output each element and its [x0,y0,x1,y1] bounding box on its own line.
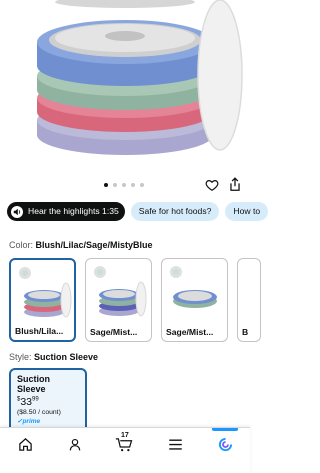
pagination-dot[interactable] [140,183,144,187]
quick-pills: Hear the highlights 1:35 Safe for hot fo… [7,202,269,221]
image-pagination[interactable] [104,183,144,187]
bottom-navigation: 17 [0,427,250,473]
style-option-price: $3399 [17,396,79,408]
nav-assistant[interactable] [212,428,238,454]
product-image[interactable] [0,0,250,178]
color-option-label: Blush/Lila... [15,326,64,336]
style-key: Style: [9,352,32,362]
nav-account[interactable] [65,434,85,454]
price-whole: 33 [20,396,33,408]
color-option-label: Sage/Mist... [166,327,214,337]
unit-price: ($8.50 / count) [17,409,61,416]
pagination-dot[interactable] [104,183,108,187]
nav-cart[interactable]: 17 [114,432,134,454]
pagination-dot[interactable] [122,183,126,187]
pagination-dot[interactable] [113,183,117,187]
hear-highlights-button[interactable]: Hear the highlights 1:35 [7,202,125,221]
prime-badge: ✓prime [17,417,79,425]
account-icon [69,438,81,450]
price-fraction: 99 [32,396,39,403]
menu-icon [168,438,182,450]
color-option[interactable]: Sage/Mist... [161,258,228,342]
style-value: Suction Sleeve [34,352,99,362]
pagination-dot[interactable] [131,183,135,187]
assistant-icon [218,437,232,451]
color-label-row: Color: Blush/Lilac/Sage/MistyBlue [9,240,153,250]
question-pill[interactable]: Safe for hot foods? [130,202,220,221]
color-value: Blush/Lilac/Sage/MistyBlue [35,240,153,250]
home-icon [18,437,32,451]
prime-label: prime [22,418,41,425]
nav-home[interactable] [15,434,35,454]
swatch-image [94,266,147,317]
nav-menu[interactable] [165,434,185,454]
color-swatches: Blush/Lila... Sage/Mist... Sage/Mist... … [9,258,261,342]
color-option-label: B [242,327,249,337]
color-option[interactable]: B [237,258,261,342]
swatch-image [19,267,72,318]
swatch-image [170,266,217,308]
share-icon[interactable] [228,177,242,192]
color-option[interactable]: Sage/Mist... [85,258,152,342]
product-photo-plates [37,0,243,155]
hear-highlights-label: Hear the highlights 1:35 [28,206,119,216]
color-key: Color: [9,240,34,250]
color-option-label: Sage/Mist... [90,327,138,337]
style-label-row: Style: Suction Sleeve [9,352,98,362]
style-option-name: Suction Sleeve [17,374,50,394]
speaker-icon [11,205,23,218]
question-pill[interactable]: How to [225,202,269,221]
heart-icon[interactable] [205,178,219,192]
cart-count: 17 [121,432,129,439]
color-option[interactable]: Blush/Lila... [9,258,76,342]
